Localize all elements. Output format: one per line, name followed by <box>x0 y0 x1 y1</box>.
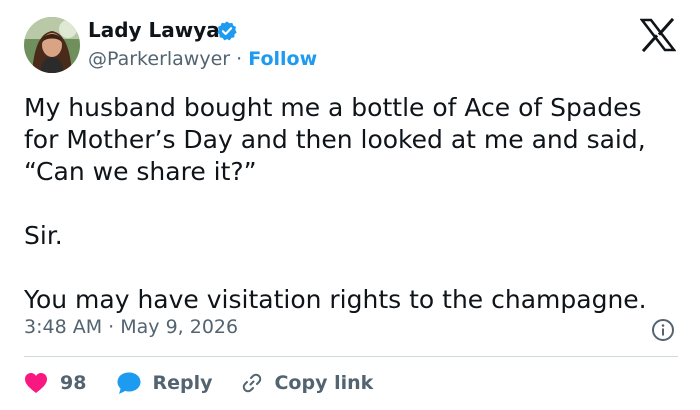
tweet-timestamp[interactable]: 3:48 AM · May 9, 2026 <box>24 316 238 338</box>
timestamp-separator: · <box>108 316 115 338</box>
reply-label: Reply <box>152 372 213 394</box>
tweet-line: My husband bought me a bottle of Ace of … <box>24 93 642 122</box>
heart-icon <box>25 373 47 393</box>
like-button[interactable]: 98 <box>24 372 86 394</box>
reply-button[interactable]: Reply <box>116 371 212 395</box>
tweet-line: Sir. <box>24 221 63 250</box>
tweet-card: Lady Lawya @Parkerlawyer · Follow My hus… <box>0 0 700 410</box>
author-name[interactable]: Lady Lawya <box>88 18 220 42</box>
tweet-time: 3:48 AM <box>24 316 103 338</box>
verified-badge-icon <box>217 21 237 41</box>
handle-separator: · <box>236 48 243 70</box>
tweet-line: You may have visitation rights to the ch… <box>24 285 647 314</box>
action-bar: 98 Reply Copy link <box>24 369 373 397</box>
link-icon <box>243 373 262 393</box>
tweet-text: My husband bought me a bottle of Ace of … <box>24 92 684 316</box>
follow-button[interactable]: Follow <box>248 48 317 70</box>
tweet-line: for Mother’s Day and then looked at me a… <box>24 125 646 154</box>
author-handle[interactable]: @Parkerlawyer <box>88 48 230 70</box>
divider <box>24 356 678 357</box>
x-logo-icon[interactable] <box>640 18 676 52</box>
like-count: 98 <box>60 372 87 394</box>
copy-link-button[interactable]: Copy link <box>240 371 373 395</box>
reply-bubble-icon <box>117 372 141 394</box>
info-icon[interactable] <box>651 318 675 342</box>
handle-row: @Parkerlawyer · Follow <box>88 48 317 70</box>
tweet-date: May 9, 2026 <box>120 316 239 338</box>
tweet-line: “Can we share it?” <box>24 157 257 186</box>
copy-link-label: Copy link <box>274 372 374 394</box>
avatar[interactable] <box>24 17 80 73</box>
